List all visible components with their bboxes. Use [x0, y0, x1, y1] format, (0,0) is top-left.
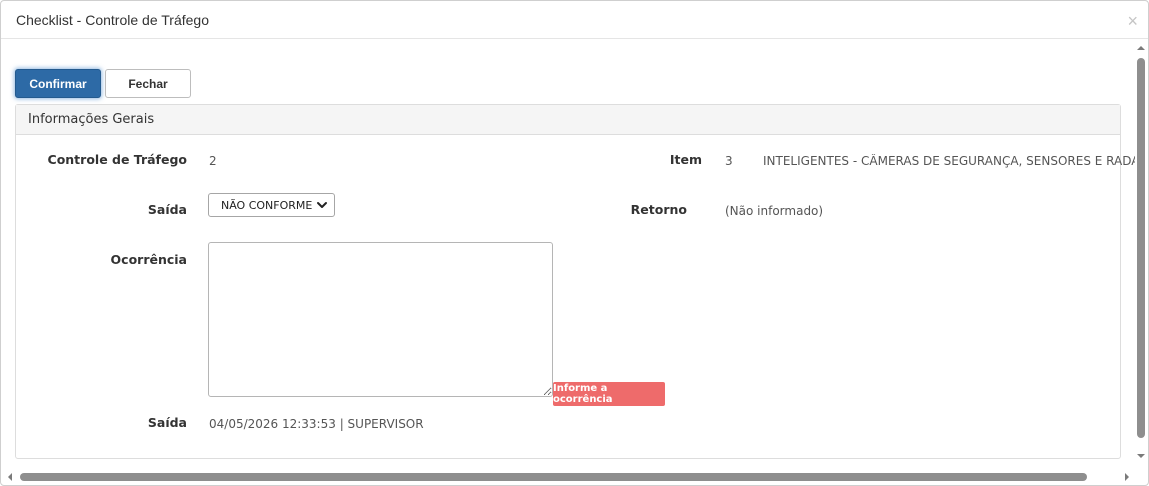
vertical-scroll-thumb[interactable] — [1137, 58, 1145, 438]
chevron-down-icon — [317, 202, 327, 208]
ocorrencia-textarea[interactable] — [208, 242, 553, 397]
item-number: 3 — [725, 154, 733, 168]
modal-title: Checklist - Controle de Tráfego — [16, 12, 209, 28]
modal-header: Checklist - Controle de Tráfego × — [1, 1, 1148, 39]
arrow-left-icon[interactable] — [5, 472, 15, 482]
horizontal-scrollbar[interactable] — [1, 470, 1136, 484]
arrow-right-icon[interactable] — [1122, 472, 1132, 482]
arrow-up-icon[interactable] — [1136, 43, 1146, 53]
retorno-label: Retorno — [630, 202, 687, 217]
confirm-button[interactable]: Confirmar — [15, 69, 101, 98]
checklist-modal: Checklist - Controle de Tráfego × Confir… — [0, 0, 1149, 486]
saida-info-value: 04/05/2026 12:33:53 | SUPERVISOR — [209, 417, 424, 431]
close-icon[interactable]: × — [1127, 11, 1138, 31]
retorno-value: (Não informado) — [725, 204, 824, 218]
item-description: INTELIGENTES - CÂMERAS DE SEGURANÇA, SEN… — [763, 154, 1135, 168]
saida-info-label: Saída — [147, 415, 187, 430]
horizontal-scroll-thumb[interactable] — [20, 473, 1087, 481]
controle-label: Controle de Tráfego — [47, 152, 187, 167]
panel-title: Informações Gerais — [28, 112, 155, 127]
saida-label: Saída — [147, 202, 187, 217]
ocorrencia-error-tooltip: Informe a ocorrência — [553, 382, 665, 406]
vertical-scrollbar[interactable] — [1135, 41, 1147, 463]
arrow-down-icon[interactable] — [1136, 451, 1146, 461]
saida-selected-value: NÃO CONFORME — [221, 198, 313, 212]
saida-select[interactable]: NÃO CONFORME — [208, 193, 335, 217]
panel-heading: Informações Gerais — [16, 105, 1120, 135]
close-button[interactable]: Fechar — [105, 69, 191, 98]
item-label: Item — [669, 152, 702, 167]
ocorrencia-label: Ocorrência — [110, 252, 187, 267]
controle-value: 2 — [209, 154, 217, 168]
